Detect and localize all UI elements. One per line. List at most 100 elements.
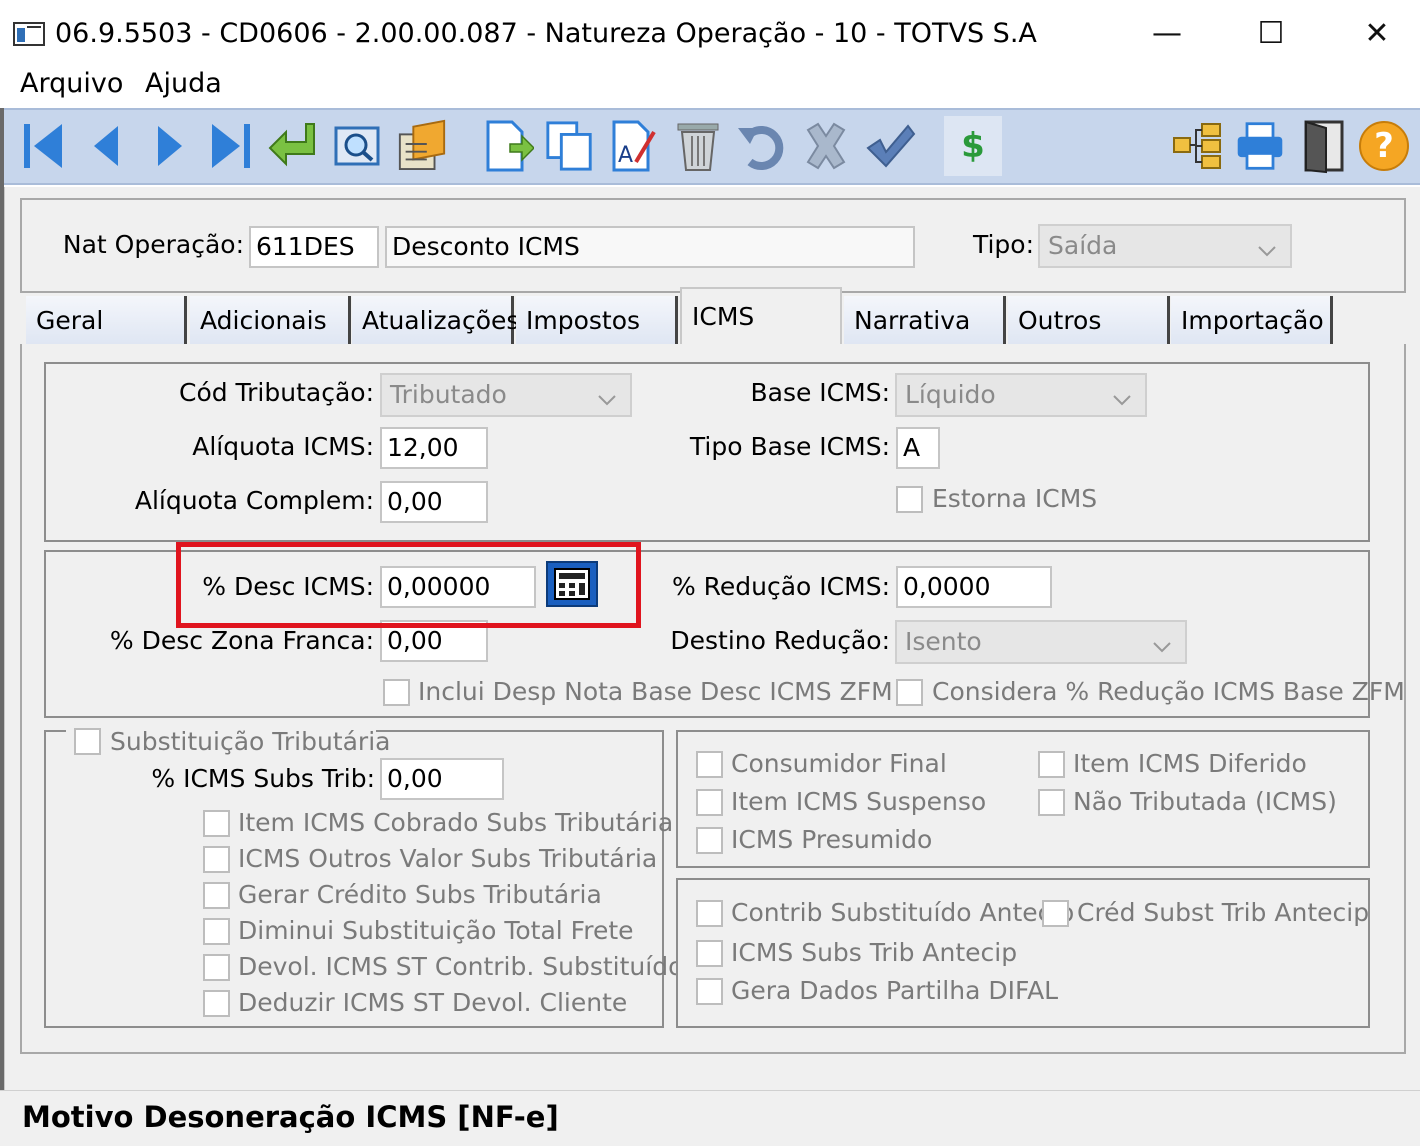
consumidor-final-label: Consumidor Final [731, 749, 947, 778]
tab-atualizacoes[interactable]: Atualizações [352, 296, 519, 344]
window-title: 06.9.5503 - CD0606 - 2.00.00.087 - Natur… [55, 18, 1037, 49]
consumidor-final-checkbox[interactable] [696, 751, 723, 778]
cred-subst-antecip-checkbox[interactable] [1042, 900, 1069, 927]
tipo-select[interactable]: Saída [1038, 224, 1292, 268]
edit-icon[interactable]: A [608, 116, 660, 176]
deduzir-icms-st-checkbox[interactable] [203, 990, 230, 1017]
help-icon: ? [1374, 126, 1394, 166]
status-text: Motivo Desoneração ICMS [NF-e] [22, 1100, 559, 1134]
icms-subs-trib-field[interactable]: 0,00 [380, 758, 504, 800]
base-icms-value: Líquido [905, 380, 996, 409]
item-icms-suspenso-label: Item ICMS Suspenso [731, 787, 987, 816]
gerar-credito-label: Gerar Crédito Subs Tributária [238, 880, 602, 909]
tree-icon[interactable] [1172, 116, 1224, 176]
inclui-desp-label: Inclui Desp Nota Base Desc ICMS ZFM [418, 677, 893, 706]
aliquota-icms-field[interactable]: 12,00 [380, 427, 488, 469]
considera-reducao-checkbox[interactable] [896, 679, 923, 706]
search-icon[interactable] [332, 116, 384, 176]
item-icms-suspenso-checkbox[interactable] [696, 789, 723, 816]
highlight-box [176, 542, 641, 628]
undo-icon[interactable] [736, 116, 788, 176]
item-icms-diferido-checkbox[interactable] [1038, 751, 1065, 778]
menu-arquivo[interactable]: Arquivo [20, 68, 123, 99]
confirm-icon[interactable] [864, 116, 916, 176]
chevron-down-icon [596, 383, 618, 423]
devol-icms-st-label: Devol. ICMS ST Contrib. Substituído [238, 952, 684, 981]
zoom-icon[interactable] [396, 114, 448, 174]
currency-icon: $ [961, 126, 985, 166]
icms-presumido-checkbox[interactable] [696, 827, 723, 854]
item-icms-cobrado-checkbox[interactable] [203, 810, 230, 837]
contrib-substituido-checkbox[interactable] [696, 900, 723, 927]
cred-subst-antecip-label: Créd Subst Trib Antecip [1077, 898, 1370, 927]
nat-description-field[interactable]: Desconto ICMS [385, 226, 915, 268]
copy-icon[interactable] [544, 116, 596, 176]
last-record-icon[interactable] [204, 116, 256, 176]
substituicao-checkbox[interactable] [74, 728, 101, 755]
menu-ajuda[interactable]: Ajuda [145, 68, 222, 99]
tab-adicionais[interactable]: Adicionais [190, 296, 351, 344]
help-button[interactable]: ? [1358, 116, 1410, 176]
nat-operacao-label: Nat Operação: [62, 230, 244, 259]
toolbar: A $ ? [4, 108, 1420, 185]
gerar-credito-checkbox[interactable] [203, 882, 230, 909]
tipo-value: Saída [1048, 231, 1118, 260]
tab-icms[interactable]: ICMS [680, 287, 842, 349]
aliquota-complem-field[interactable]: 0,00 [380, 481, 488, 523]
minimize-button[interactable]: — [1132, 14, 1202, 58]
substituicao-label: Substituição Tributária [110, 727, 391, 756]
icms-outros-valor-label: ICMS Outros Valor Subs Tributária [238, 844, 658, 873]
considera-reducao-label: Considera % Redução ICMS Base ZFM [932, 677, 1405, 706]
diminui-substituicao-label: Diminui Substituição Total Frete [238, 916, 634, 945]
base-icms-label: Base ICMS: [750, 378, 890, 407]
cod-tributacao-value: Tributado [390, 380, 507, 409]
currency-button[interactable]: $ [944, 116, 1002, 176]
tab-narrativa[interactable]: Narrativa [844, 296, 1006, 344]
destino-reducao-select[interactable]: Isento [895, 620, 1187, 664]
inclui-desp-checkbox[interactable] [383, 679, 410, 706]
first-record-icon[interactable] [18, 116, 70, 176]
aliquota-icms-label: Alíquota ICMS: [192, 432, 374, 461]
cancel-icon[interactable] [800, 116, 852, 176]
delete-icon[interactable] [672, 116, 724, 176]
exit-icon[interactable] [1298, 116, 1350, 176]
tipo-base-icms-field[interactable]: A [896, 427, 940, 469]
chevron-down-icon [1111, 383, 1133, 423]
nao-tributada-checkbox[interactable] [1038, 789, 1065, 816]
tab-outros[interactable]: Outros [1008, 296, 1170, 344]
tipo-base-icms-label: Tipo Base ICMS: [689, 432, 890, 461]
cod-tributacao-select[interactable]: Tributado [380, 373, 632, 417]
next-record-icon[interactable] [142, 116, 194, 176]
close-button[interactable]: ✕ [1342, 14, 1412, 58]
maximize-button[interactable]: ☐ [1236, 14, 1306, 58]
chevron-down-icon [1256, 234, 1278, 274]
devol-icms-st-checkbox[interactable] [203, 954, 230, 981]
cod-tributacao-label: Cód Tributação: [178, 378, 374, 407]
tab-impostos[interactable]: Impostos [516, 296, 678, 344]
icms-subs-trib-label: % ICMS Subs Trib: [151, 764, 375, 793]
icms-outros-valor-checkbox[interactable] [203, 846, 230, 873]
tipo-label: Tipo: [972, 230, 1034, 259]
app-window-icon [13, 22, 45, 46]
aliquota-complem-label: Alíquota Complem: [134, 486, 374, 515]
destino-reducao-value: Isento [905, 627, 982, 656]
estorna-icms-label: Estorna ICMS [932, 484, 1098, 513]
icms-presumido-label: ICMS Presumido [731, 825, 933, 854]
item-icms-cobrado-label: Item ICMS Cobrado Subs Tributária [238, 808, 674, 837]
estorna-icms-checkbox[interactable] [896, 486, 923, 513]
tab-importacao[interactable]: Importação [1171, 296, 1333, 344]
new-record-icon[interactable] [482, 116, 534, 176]
nao-tributada-label: Não Tributada (ICMS) [1073, 787, 1337, 816]
tab-geral[interactable]: Geral [26, 296, 187, 344]
previous-record-icon[interactable] [80, 116, 132, 176]
reducao-icms-field[interactable]: 0,0000 [896, 566, 1052, 608]
icms-subs-antecip-checkbox[interactable] [696, 940, 723, 967]
deduzir-icms-st-label: Deduzir ICMS ST Devol. Cliente [238, 988, 628, 1017]
desc-zona-franca-label: % Desc Zona Franca: [109, 626, 374, 655]
print-icon[interactable] [1234, 116, 1286, 176]
go-to-icon[interactable] [266, 116, 318, 176]
nat-code-field[interactable]: 611DES [249, 226, 379, 268]
base-icms-select[interactable]: Líquido [895, 373, 1147, 417]
diminui-substituicao-checkbox[interactable] [203, 918, 230, 945]
gera-dados-difal-checkbox[interactable] [696, 978, 723, 1005]
